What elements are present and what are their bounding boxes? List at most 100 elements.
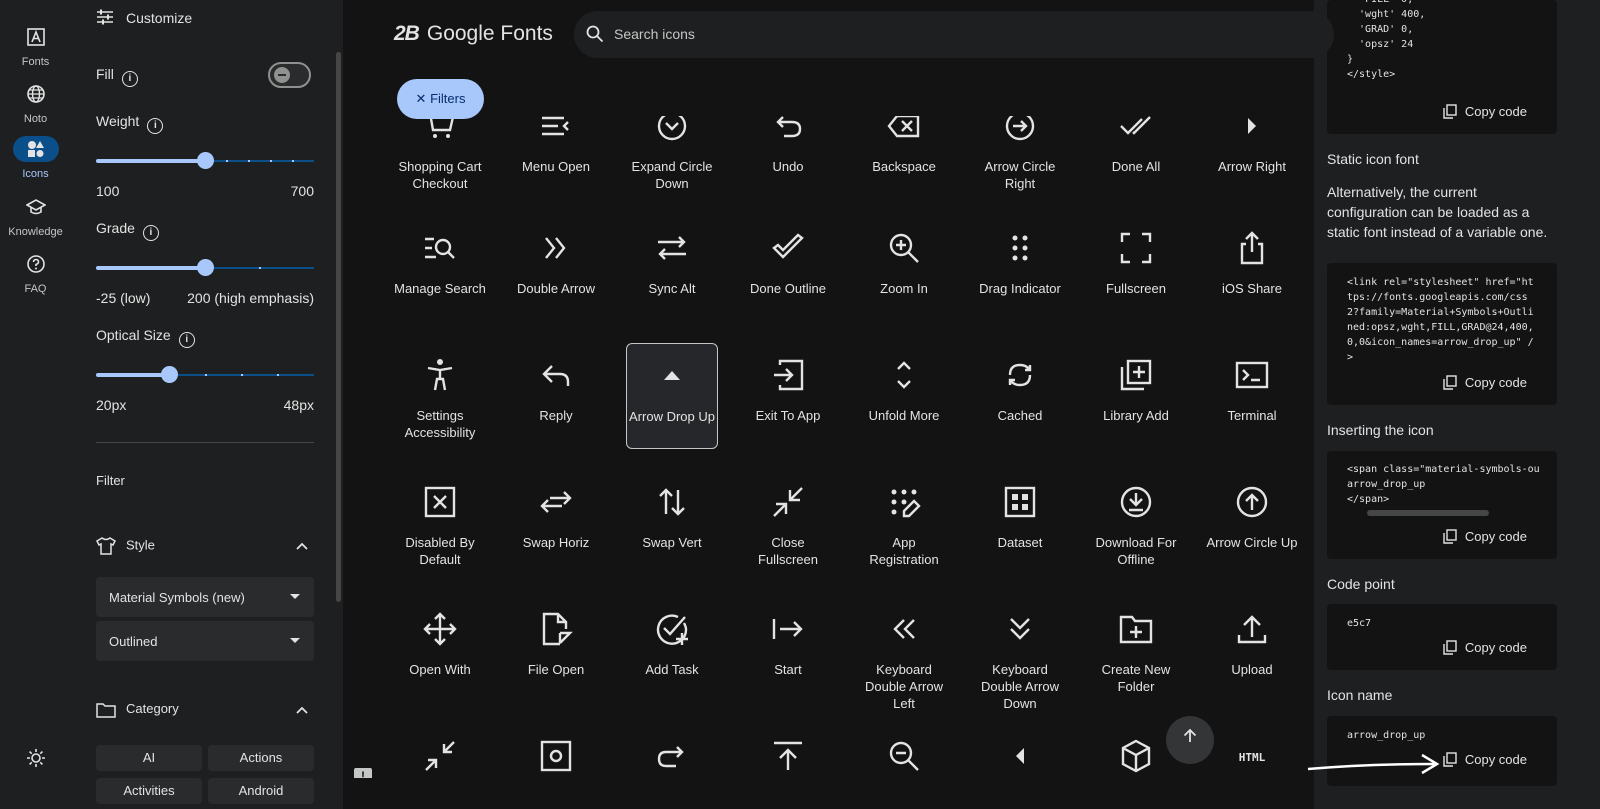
icon-tile-start[interactable]: Start	[742, 597, 834, 678]
icon-tile-file-open[interactable]: File Open	[510, 597, 602, 678]
info-icon[interactable]: i	[121, 71, 138, 87]
icon-tile-label: Swap Vert	[642, 535, 702, 550]
copy-icon	[1443, 104, 1457, 119]
icon-tile-reply[interactable]: Reply	[510, 343, 602, 424]
icon-tile-app-registration[interactable]: App Registration	[858, 470, 950, 568]
search-input[interactable]: Search icons	[574, 11, 1334, 58]
icon-tile-drag-indicator[interactable]: Drag Indicator	[974, 216, 1066, 297]
rail-item-icons[interactable]: Icons	[0, 136, 71, 180]
scroll-to-top-button[interactable]	[1166, 716, 1214, 764]
slider-thumb[interactable]	[197, 259, 214, 276]
icon-tile-close-fullscreen[interactable]: Close Fullscreen	[742, 470, 834, 568]
icon-tile-fullscreen[interactable]: Fullscreen	[1090, 216, 1182, 297]
filters-button[interactable]: ✕ Filters	[397, 79, 484, 119]
category-chip[interactable]: AI	[96, 745, 202, 771]
slider-fill	[96, 266, 205, 270]
icon-tile-swap-horiz[interactable]: Swap Horiz	[510, 470, 602, 551]
slider-tick	[270, 160, 272, 162]
icon-tile-label: Zoom In	[880, 281, 928, 296]
rail-item-noto[interactable]: Noto	[0, 81, 71, 125]
chevron-up-icon[interactable]	[296, 703, 308, 717]
icon-tile-label: Settings Accessibility	[404, 408, 476, 440]
caret-down-icon	[290, 638, 300, 643]
icon-tile-publish[interactable]	[742, 724, 834, 776]
copy-code-button[interactable]: Copy code	[1443, 640, 1527, 655]
weight-slider[interactable]	[96, 152, 314, 169]
icon-tile-cached[interactable]: Cached	[974, 343, 1066, 424]
icon-tile-sync-alt[interactable]: Sync Alt	[626, 216, 718, 297]
rail-item-fonts[interactable]: Fonts	[0, 24, 71, 68]
info-icon[interactable]: i	[178, 332, 195, 348]
code-text: <link rel="stylesheet" href="ht tps://fo…	[1347, 277, 1534, 363]
icon-tile-label: Expand Circle Down	[631, 159, 713, 191]
info-icon[interactable]: i	[142, 225, 159, 241]
icon-tile-settings-applications[interactable]	[510, 724, 602, 776]
icon-tile-double-arrow[interactable]: Double Arrow	[510, 216, 602, 297]
google-fonts-logo[interactable]: 2B Google Fonts	[394, 22, 553, 46]
icon-tile-swap-vert[interactable]: Swap Vert	[626, 470, 718, 551]
rail-item-knowledge[interactable]: Knowledge	[0, 194, 71, 238]
info-icon[interactable]: i	[147, 118, 164, 134]
icon-tile-compress[interactable]	[394, 724, 486, 776]
category-section-header[interactable]: Category	[96, 701, 179, 718]
rail-item-faq[interactable]: FAQ	[0, 251, 71, 295]
icon-tile-arrow-circle-up[interactable]: Arrow Circle Up	[1206, 470, 1298, 551]
icon-tile-unfold-more[interactable]: Unfold More	[858, 343, 950, 424]
icon-tile-open-with[interactable]: Open With	[394, 597, 486, 678]
icon-tile-zoom-in[interactable]: Zoom In	[858, 216, 950, 297]
swap-horiz-icon	[510, 482, 602, 522]
panel-scrollbar[interactable]	[336, 52, 341, 602]
icon-tile-disabled-by-default[interactable]: Disabled By Default	[394, 470, 486, 568]
icon-tile-label: Unfold More	[868, 408, 940, 423]
icon-tile-keyboard-double-arrow-left[interactable]: Keyboard Double Arrow Left	[858, 597, 950, 712]
grade-slider[interactable]	[96, 259, 314, 276]
category-chip[interactable]: Android	[208, 778, 314, 804]
icon-tile-manage-search[interactable]: Manage Search	[394, 216, 486, 297]
slider-thumb[interactable]	[197, 152, 214, 169]
fonts-icon	[13, 24, 59, 50]
shapes-icon	[12, 136, 59, 162]
style-section-header[interactable]: Style	[96, 537, 155, 555]
search-placeholder: Search icons	[614, 26, 695, 42]
copy-code-button[interactable]: Copy code	[1443, 752, 1527, 767]
icon-tile-redo[interactable]	[626, 724, 718, 776]
divider	[96, 442, 314, 443]
ios-share-icon	[1206, 228, 1298, 268]
icon-tile-create-new-folder[interactable]: Create New Folder	[1090, 597, 1182, 695]
icon-tile-arrow-drop-up[interactable]: Arrow Drop Up	[626, 343, 718, 449]
icon-tile-arrow-left[interactable]	[974, 724, 1066, 776]
icon-tile-keyboard-double-arrow-down[interactable]: Keyboard Double Arrow Down	[974, 597, 1066, 712]
icon-tile-dataset[interactable]: Dataset	[974, 470, 1066, 551]
done-outline-icon	[742, 228, 834, 268]
category-chip[interactable]: Activities	[96, 778, 202, 804]
icon-tile-exit-to-app[interactable]: Exit To App	[742, 343, 834, 424]
icon-tile-label: Arrow Circle Right	[984, 159, 1056, 191]
code-block-insert: <span class="material-symbols-ou arrow_d…	[1327, 451, 1557, 559]
icon-tile-settings-accessibility[interactable]: Settings Accessibility	[394, 343, 486, 441]
style-select[interactable]: Material Symbols (new)	[96, 577, 314, 617]
icon-tile-html[interactable]: HTML	[1206, 724, 1298, 776]
icon-tile-zoom-out[interactable]	[858, 724, 950, 776]
icon-tile-upload[interactable]: Upload	[1206, 597, 1298, 678]
icon-tile-download-for-offline[interactable]: Download For Offline	[1090, 470, 1182, 568]
copy-label: Copy code	[1464, 104, 1527, 119]
icon-tile-library-add[interactable]: Library Add	[1090, 343, 1182, 424]
icon-tile-add-task[interactable]: Add Task	[626, 597, 718, 678]
icon-tile-ios-share[interactable]: iOS Share	[1206, 216, 1298, 297]
fill-toggle[interactable]	[268, 62, 311, 88]
icon-tile-done-outline[interactable]: Done Outline	[742, 216, 834, 297]
caret-down-icon	[290, 594, 300, 599]
slider-fill	[96, 159, 205, 163]
theme-toggle-button[interactable]	[0, 745, 71, 777]
icon-tile-terminal[interactable]: Terminal	[1206, 343, 1298, 424]
copy-code-button[interactable]: Copy code	[1443, 375, 1527, 390]
code-scrollbar[interactable]	[1367, 510, 1489, 516]
variant-select[interactable]: Outlined	[96, 621, 314, 661]
chevron-up-icon[interactable]	[296, 539, 308, 553]
slider-thumb[interactable]	[161, 366, 178, 383]
category-chip[interactable]: Actions	[208, 745, 314, 771]
grade-label-row: Grade i	[96, 220, 159, 241]
copy-code-button[interactable]: Copy code	[1443, 104, 1527, 119]
copy-code-button[interactable]: Copy code	[1443, 529, 1527, 544]
optical-size-slider[interactable]	[96, 366, 314, 383]
